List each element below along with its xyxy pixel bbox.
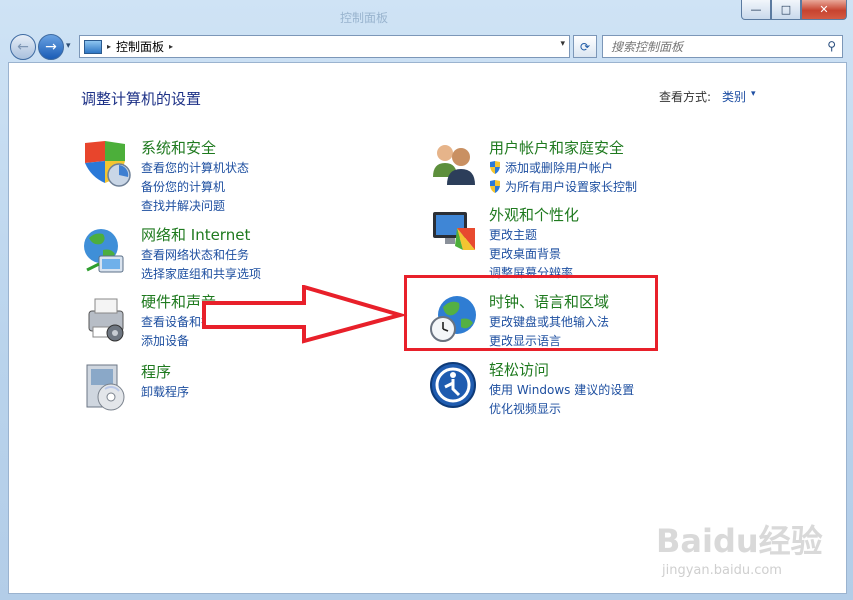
back-button[interactable]: ← (10, 34, 36, 60)
programs-icon[interactable] (81, 363, 131, 413)
link-uninstall-program[interactable]: 卸载程序 (141, 383, 189, 400)
uac-shield-icon (490, 180, 500, 193)
title-bar[interactable]: 控制面板 — □ ✕ (0, 0, 853, 30)
view-by-label: 查看方式: (659, 90, 712, 104)
category-title[interactable]: 外观和个性化 (489, 204, 579, 225)
category-title[interactable]: 系统和安全 (141, 137, 216, 158)
link-add-remove-accounts[interactable]: 添加或删除用户帐户 (489, 159, 613, 176)
network-internet-icon[interactable] (81, 226, 131, 276)
appearance-icon[interactable] (429, 206, 479, 256)
watermark-url: jingyan.baidu.com (662, 563, 782, 578)
breadcrumb-separator-icon[interactable]: ▸ (107, 42, 111, 51)
navigation-bar: ← → ▾ ▸ 控制面板 ▸ ▾ ⟳ ⚲ (0, 30, 853, 62)
link-label: 为所有用户设置家长控制 (505, 180, 638, 194)
highlight-box (404, 275, 658, 351)
breadcrumb-separator-icon[interactable]: ▸ (169, 42, 173, 51)
link-backup-computer[interactable]: 备份您的计算机 (141, 178, 225, 195)
link-change-desktop-background[interactable]: 更改桌面背景 (489, 245, 561, 262)
search-box[interactable]: ⚲ (602, 35, 843, 58)
link-homegroup-sharing[interactable]: 选择家庭组和共享选项 (141, 265, 261, 282)
window-controls: — □ ✕ (741, 0, 847, 20)
close-button[interactable]: ✕ (801, 0, 847, 20)
search-input[interactable] (603, 38, 818, 55)
ease-of-access-icon[interactable] (429, 361, 479, 411)
recent-pages-dropdown[interactable]: ▾ (66, 41, 71, 51)
watermark-logo: Baidu经验 (656, 522, 823, 560)
chevron-down-icon[interactable]: ▾ (751, 89, 756, 99)
link-label: 添加或删除用户帐户 (505, 161, 614, 175)
link-optimize-display[interactable]: 优化视频显示 (489, 400, 561, 417)
link-change-theme[interactable]: 更改主题 (489, 226, 537, 243)
hardware-sound-icon[interactable] (81, 293, 131, 343)
category-title[interactable]: 程序 (141, 361, 171, 382)
system-security-icon[interactable] (81, 139, 131, 189)
annotation-arrow-icon (202, 285, 408, 344)
link-view-computer-status[interactable]: 查看您的计算机状态 (141, 159, 249, 176)
link-parental-controls[interactable]: 为所有用户设置家长控制 (489, 178, 637, 195)
control-panel-icon (84, 39, 102, 54)
search-icon[interactable]: ⚲ (827, 39, 836, 53)
view-by-dropdown[interactable]: 类别 (722, 88, 746, 105)
category-title[interactable]: 网络和 Internet (141, 224, 250, 245)
address-dropdown-icon[interactable]: ▾ (560, 39, 565, 49)
refresh-button[interactable]: ⟳ (573, 35, 597, 58)
category-title[interactable]: 用户帐户和家庭安全 (489, 137, 624, 158)
link-recommended-settings[interactable]: 使用 Windows 建议的设置 (489, 381, 634, 398)
uac-shield-icon (490, 161, 500, 174)
page-title: 调整计算机的设置 (81, 90, 202, 108)
link-add-device[interactable]: 添加设备 (141, 332, 189, 349)
link-troubleshoot[interactable]: 查找并解决问题 (141, 197, 225, 214)
maximize-button[interactable]: □ (771, 0, 801, 20)
category-title[interactable]: 轻松访问 (489, 359, 549, 380)
user-accounts-icon[interactable] (429, 139, 479, 189)
window-title: 控制面板 (340, 11, 389, 25)
forward-button[interactable]: → (38, 34, 64, 60)
breadcrumb-control-panel[interactable]: 控制面板 (116, 38, 164, 55)
address-bar[interactable]: ▸ 控制面板 ▸ ▾ (79, 35, 570, 58)
link-network-status[interactable]: 查看网络状态和任务 (141, 246, 249, 263)
minimize-button[interactable]: — (741, 0, 771, 20)
